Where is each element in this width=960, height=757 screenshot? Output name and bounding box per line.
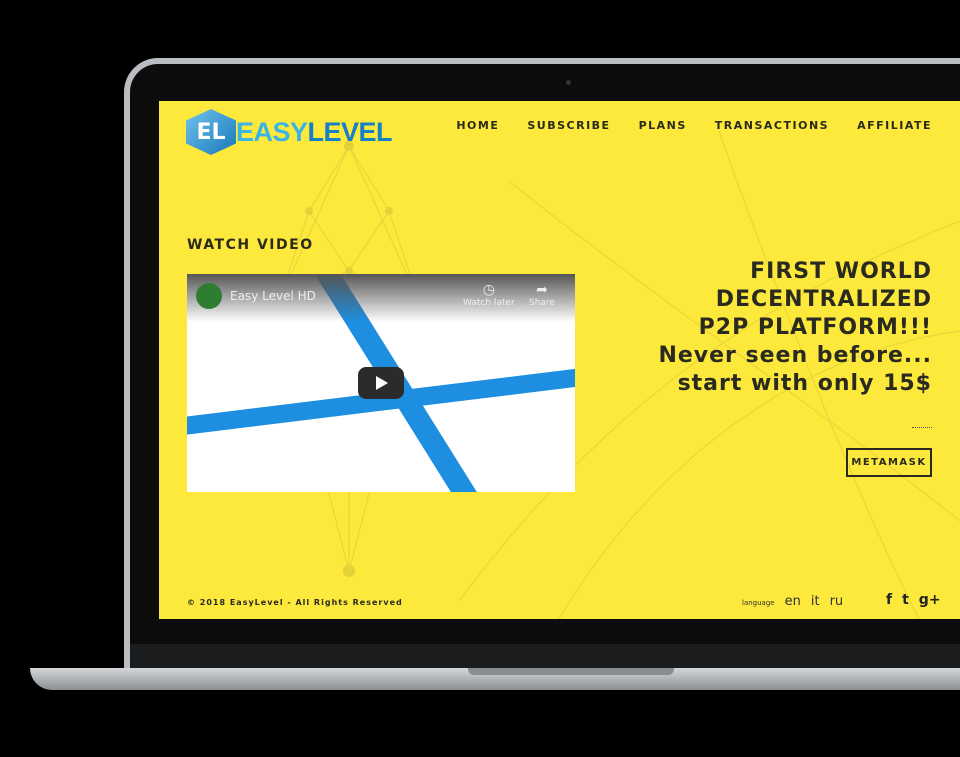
copyright: © 2018 EasyLevel - All Rights Reserved	[187, 598, 403, 607]
language-selector: language en it ru	[742, 594, 843, 609]
laptop-notch	[468, 668, 674, 675]
logo-text-level: LEVEL	[307, 116, 393, 147]
video-title[interactable]: Easy Level HD	[230, 289, 316, 303]
website-screen: EL EASYLEVEL HOME SUBSCRIBE PLANS TRANSA…	[159, 101, 960, 619]
hero-line: P2P PLATFORM!!!	[698, 315, 932, 340]
lang-it[interactable]: it	[811, 594, 820, 609]
watch-later-label: Watch later	[463, 298, 515, 308]
nav-home[interactable]: HOME	[456, 119, 499, 132]
logo[interactable]: EL EASYLEVEL	[186, 109, 393, 155]
social-links: f t g+	[886, 592, 941, 608]
twitter-icon[interactable]: t	[902, 592, 909, 608]
hero-text: FIRST WORLD DECENTRALIZED P2P PLATFORM!!…	[658, 258, 932, 398]
nav-plans[interactable]: PLANS	[639, 119, 687, 132]
lang-en[interactable]: en	[785, 594, 801, 609]
watch-later-button[interactable]: ◷ Watch later	[463, 282, 515, 308]
channel-avatar[interactable]	[196, 283, 222, 309]
share-button[interactable]: ➦ Share	[529, 282, 555, 308]
hero-line: DECENTRALIZED	[715, 287, 932, 312]
play-button[interactable]	[358, 367, 404, 399]
video-player[interactable]: Easy Level HD ◷ Watch later ➦ Share	[187, 274, 575, 492]
camera	[566, 80, 571, 85]
main-nav: HOME SUBSCRIBE PLANS TRANSACTIONS AFFILI…	[456, 119, 932, 132]
hero-line: FIRST WORLD	[750, 259, 932, 284]
nav-transactions[interactable]: TRANSACTIONS	[715, 119, 829, 132]
lang-ru[interactable]: ru	[830, 594, 844, 609]
metamask-button[interactable]: METAMASK	[846, 448, 932, 477]
language-label: language	[742, 599, 775, 607]
hero-line: Never seen before...	[658, 343, 932, 368]
nav-subscribe[interactable]: SUBSCRIBE	[527, 119, 610, 132]
laptop-chin	[130, 644, 960, 668]
logo-cube-icon: EL	[186, 109, 236, 155]
clock-icon: ◷	[482, 282, 495, 298]
share-icon: ➦	[536, 282, 548, 298]
watch-video-heading: WATCH VIDEO	[187, 237, 314, 253]
google-plus-icon[interactable]: g+	[919, 592, 941, 608]
logo-text-easy: EASY	[236, 116, 308, 147]
divider	[912, 427, 932, 428]
nav-affiliate[interactable]: AFFILIATE	[857, 119, 932, 132]
facebook-icon[interactable]: f	[886, 592, 892, 608]
share-label: Share	[529, 298, 555, 308]
hero-line: start with only 15$	[677, 371, 932, 396]
